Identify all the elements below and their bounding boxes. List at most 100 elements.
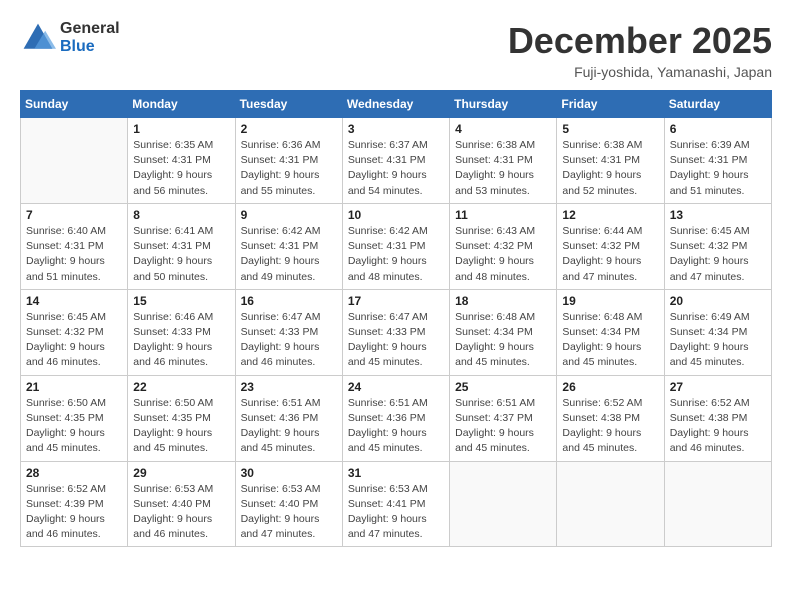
day-number: 4: [455, 122, 551, 136]
day-number: 29: [133, 466, 229, 480]
calendar-day-cell: [664, 461, 771, 547]
calendar-table: SundayMondayTuesdayWednesdayThursdayFrid…: [20, 90, 772, 547]
day-info: Sunrise: 6:41 AMSunset: 4:31 PMDaylight:…: [133, 224, 229, 285]
calendar-day-cell: 26 Sunrise: 6:52 AMSunset: 4:38 PMDayligh…: [557, 375, 664, 461]
day-number: 5: [562, 122, 658, 136]
day-info: Sunrise: 6:52 AMSunset: 4:38 PMDaylight:…: [670, 396, 766, 457]
day-info: Sunrise: 6:42 AMSunset: 4:31 PMDaylight:…: [241, 224, 337, 285]
day-number: 3: [348, 122, 444, 136]
calendar-day-cell: 10 Sunrise: 6:42 AMSunset: 4:31 PMDayligh…: [342, 203, 449, 289]
day-info: Sunrise: 6:47 AMSunset: 4:33 PMDaylight:…: [241, 310, 337, 371]
calendar-day-cell: 1 Sunrise: 6:35 AMSunset: 4:31 PMDaylight…: [128, 118, 235, 204]
subtitle: Fuji-yoshida, Yamanashi, Japan: [508, 64, 772, 80]
day-info: Sunrise: 6:51 AMSunset: 4:36 PMDaylight:…: [348, 396, 444, 457]
day-info: Sunrise: 6:48 AMSunset: 4:34 PMDaylight:…: [455, 310, 551, 371]
month-title: December 2025: [508, 20, 772, 62]
day-number: 19: [562, 294, 658, 308]
calendar-day-cell: 12 Sunrise: 6:44 AMSunset: 4:32 PMDayligh…: [557, 203, 664, 289]
logo-icon: [20, 20, 56, 56]
day-number: 18: [455, 294, 551, 308]
day-info: Sunrise: 6:47 AMSunset: 4:33 PMDaylight:…: [348, 310, 444, 371]
day-info: Sunrise: 6:46 AMSunset: 4:33 PMDaylight:…: [133, 310, 229, 371]
day-info: Sunrise: 6:36 AMSunset: 4:31 PMDaylight:…: [241, 138, 337, 199]
day-of-week-header: Sunday: [21, 91, 128, 118]
day-info: Sunrise: 6:53 AMSunset: 4:41 PMDaylight:…: [348, 482, 444, 543]
page-header: General Blue December 2025 Fuji-yoshida,…: [20, 20, 772, 80]
day-number: 1: [133, 122, 229, 136]
calendar-day-cell: 15 Sunrise: 6:46 AMSunset: 4:33 PMDayligh…: [128, 289, 235, 375]
day-number: 14: [26, 294, 122, 308]
day-info: Sunrise: 6:39 AMSunset: 4:31 PMDaylight:…: [670, 138, 766, 199]
day-number: 9: [241, 208, 337, 222]
calendar-day-cell: 29 Sunrise: 6:53 AMSunset: 4:40 PMDayligh…: [128, 461, 235, 547]
day-info: Sunrise: 6:45 AMSunset: 4:32 PMDaylight:…: [670, 224, 766, 285]
day-number: 24: [348, 380, 444, 394]
day-number: 15: [133, 294, 229, 308]
day-number: 8: [133, 208, 229, 222]
day-of-week-header: Saturday: [664, 91, 771, 118]
day-info: Sunrise: 6:38 AMSunset: 4:31 PMDaylight:…: [562, 138, 658, 199]
day-number: 23: [241, 380, 337, 394]
day-number: 28: [26, 466, 122, 480]
day-info: Sunrise: 6:38 AMSunset: 4:31 PMDaylight:…: [455, 138, 551, 199]
calendar-day-cell: 16Sunrise: 6:47 AMSunset: 4:33 PMDayligh…: [235, 289, 342, 375]
calendar-day-cell: 6 Sunrise: 6:39 AMSunset: 4:31 PMDaylight…: [664, 118, 771, 204]
day-number: 17: [348, 294, 444, 308]
calendar-day-cell: 5 Sunrise: 6:38 AMSunset: 4:31 PMDaylight…: [557, 118, 664, 204]
day-number: 26: [562, 380, 658, 394]
calendar-day-cell: 2Sunrise: 6:36 AMSunset: 4:31 PMDaylight…: [235, 118, 342, 204]
calendar-day-cell: 30 Sunrise: 6:53 AMSunset: 4:40 PMDayligh…: [235, 461, 342, 547]
day-info: Sunrise: 6:37 AMSunset: 4:31 PMDaylight:…: [348, 138, 444, 199]
calendar-header-row: SundayMondayTuesdayWednesdayThursdayFrid…: [21, 91, 772, 118]
calendar-week-row: 7Sunrise: 6:40 AMSunset: 4:31 PMDaylight…: [21, 203, 772, 289]
day-number: 21: [26, 380, 122, 394]
day-info: Sunrise: 6:50 AMSunset: 4:35 PMDaylight:…: [26, 396, 122, 457]
logo: General Blue: [20, 20, 120, 56]
day-number: 6: [670, 122, 766, 136]
day-info: Sunrise: 6:52 AMSunset: 4:38 PMDaylight:…: [562, 396, 658, 457]
day-number: 27: [670, 380, 766, 394]
calendar-day-cell: 31 Sunrise: 6:53 AMSunset: 4:41 PMDayligh…: [342, 461, 449, 547]
calendar-day-cell: 22 Sunrise: 6:50 AMSunset: 4:35 PMDayligh…: [128, 375, 235, 461]
day-info: Sunrise: 6:51 AMSunset: 4:37 PMDaylight:…: [455, 396, 551, 457]
calendar-day-cell: 21 Sunrise: 6:50 AMSunset: 4:35 PMDayligh…: [21, 375, 128, 461]
day-of-week-header: Monday: [128, 91, 235, 118]
day-info: Sunrise: 6:40 AMSunset: 4:31 PMDaylight:…: [26, 224, 122, 285]
day-of-week-header: Tuesday: [235, 91, 342, 118]
day-number: 20: [670, 294, 766, 308]
day-info: Sunrise: 6:48 AMSunset: 4:34 PMDaylight:…: [562, 310, 658, 371]
day-info: Sunrise: 6:51 AMSunset: 4:36 PMDaylight:…: [241, 396, 337, 457]
calendar-day-cell: 24 Sunrise: 6:51 AMSunset: 4:36 PMDayligh…: [342, 375, 449, 461]
day-info: Sunrise: 6:53 AMSunset: 4:40 PMDaylight:…: [241, 482, 337, 543]
day-info: Sunrise: 6:35 AMSunset: 4:31 PMDaylight:…: [133, 138, 229, 199]
calendar-day-cell: 28 Sunrise: 6:52 AMSunset: 4:39 PMDayligh…: [21, 461, 128, 547]
day-number: 10: [348, 208, 444, 222]
calendar-day-cell: [21, 118, 128, 204]
title-block: December 2025 Fuji-yoshida, Yamanashi, J…: [508, 20, 772, 80]
day-info: Sunrise: 6:43 AMSunset: 4:32 PMDaylight:…: [455, 224, 551, 285]
day-number: 12: [562, 208, 658, 222]
day-info: Sunrise: 6:44 AMSunset: 4:32 PMDaylight:…: [562, 224, 658, 285]
calendar-day-cell: 8 Sunrise: 6:41 AMSunset: 4:31 PMDaylight…: [128, 203, 235, 289]
day-number: 30: [241, 466, 337, 480]
day-number: 25: [455, 380, 551, 394]
day-number: 22: [133, 380, 229, 394]
day-number: 31: [348, 466, 444, 480]
calendar-day-cell: 27 Sunrise: 6:52 AMSunset: 4:38 PMDayligh…: [664, 375, 771, 461]
calendar-day-cell: 11 Sunrise: 6:43 AMSunset: 4:32 PMDayligh…: [450, 203, 557, 289]
day-info: Sunrise: 6:49 AMSunset: 4:34 PMDaylight:…: [670, 310, 766, 371]
day-of-week-header: Wednesday: [342, 91, 449, 118]
calendar-day-cell: 18 Sunrise: 6:48 AMSunset: 4:34 PMDayligh…: [450, 289, 557, 375]
logo-general: General: [60, 20, 120, 38]
calendar-day-cell: 3 Sunrise: 6:37 AMSunset: 4:31 PMDaylight…: [342, 118, 449, 204]
day-info: Sunrise: 6:42 AMSunset: 4:31 PMDaylight:…: [348, 224, 444, 285]
logo-blue: Blue: [60, 38, 120, 56]
calendar-week-row: 14Sunrise: 6:45 AMSunset: 4:32 PMDayligh…: [21, 289, 772, 375]
day-info: Sunrise: 6:53 AMSunset: 4:40 PMDaylight:…: [133, 482, 229, 543]
day-info: Sunrise: 6:52 AMSunset: 4:39 PMDaylight:…: [26, 482, 122, 543]
day-number: 11: [455, 208, 551, 222]
calendar-day-cell: 13Sunrise: 6:45 AMSunset: 4:32 PMDayligh…: [664, 203, 771, 289]
calendar-week-row: 1 Sunrise: 6:35 AMSunset: 4:31 PMDaylight…: [21, 118, 772, 204]
day-info: Sunrise: 6:50 AMSunset: 4:35 PMDaylight:…: [133, 396, 229, 457]
calendar-day-cell: [557, 461, 664, 547]
